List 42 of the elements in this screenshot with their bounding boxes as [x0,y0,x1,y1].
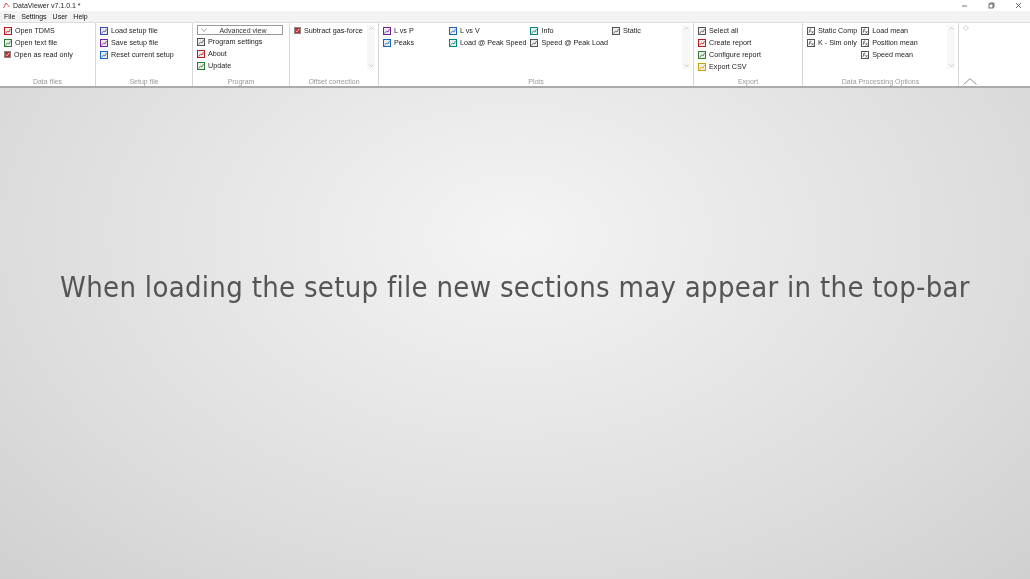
scroll-bar[interactable] [947,25,955,69]
scroll-up-icon[interactable] [368,27,374,30]
scroll-down-icon[interactable] [683,64,689,67]
chart-icon [197,49,205,58]
function-icon [861,26,870,35]
chart-icon [4,26,12,35]
checkbox[interactable] [294,27,301,34]
chart-icon [383,38,391,47]
chart-icon [100,50,108,59]
chart-icon [197,61,205,70]
chart-icon [611,26,620,35]
chart-icon [698,62,706,71]
scroll-down-icon[interactable] [368,64,374,67]
function-icon [807,26,815,35]
function-icon [861,38,870,47]
chart-icon [383,26,391,35]
scroll-up-icon[interactable] [948,27,954,30]
scroll-bar[interactable] [682,25,690,69]
function-icon [807,38,815,47]
function-icon [861,50,870,59]
chart-icon [449,26,457,35]
info-message: When loading the setup file new sections may appear in the top-bar [60,270,970,306]
checkmark-icon [5,52,10,57]
chart-icon [530,38,539,47]
chart-icon [100,38,108,47]
chart-icon [100,26,108,35]
app-logo-icon [3,2,10,9]
chart-icon [197,37,205,46]
chart-icon [698,26,706,35]
checkbox[interactable] [4,51,11,58]
scroll-bar[interactable] [367,25,375,69]
chart-icon [449,38,457,47]
chart-icon [698,38,706,47]
chevron-down-icon [201,28,207,32]
checkmark-icon [295,28,300,33]
chart-icon [4,38,12,47]
scroll-down-icon[interactable] [948,64,954,67]
chart-icon [698,50,706,59]
collapse-icon[interactable] [963,78,977,85]
chart-icon [530,26,539,35]
scroll-up-icon[interactable] [683,27,689,30]
settings-icon[interactable] [963,25,969,31]
